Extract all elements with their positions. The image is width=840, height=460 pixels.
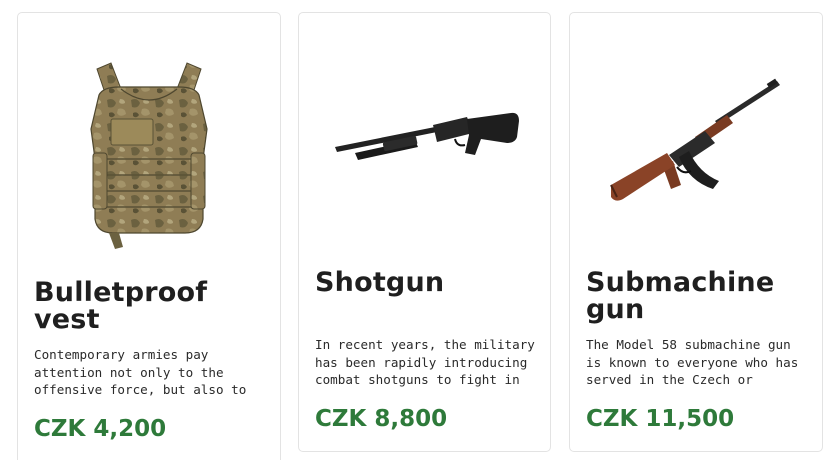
product-description: In recent years, the military has been r… — [315, 337, 535, 387]
product-description: Contemporary armies pay attention not on… — [34, 347, 247, 397]
product-description: The Model 58 submachine gun is known to … — [586, 337, 799, 387]
product-title[interactable]: Bulletproof vest — [34, 279, 266, 333]
product-price: CZK 4,200 — [34, 416, 167, 442]
product-card-bulletproof-vest[interactable]: Bulletproof vest Contemporary armies pay… — [17, 12, 281, 460]
product-title[interactable]: Shotgun — [315, 269, 536, 296]
product-title[interactable]: Submachine gun — [586, 269, 808, 323]
product-card-submachine-gun[interactable]: Submachine gun The Model 58 submachine g… — [569, 12, 823, 452]
submachine-gun-image[interactable] — [570, 75, 822, 215]
shotgun-image[interactable] — [299, 103, 550, 183]
bulletproof-vest-image[interactable] — [18, 49, 280, 261]
product-grid: Bulletproof vest Contemporary armies pay… — [0, 0, 840, 460]
product-price: CZK 11,500 — [586, 406, 735, 432]
product-card-shotgun[interactable]: Shotgun In recent years, the military ha… — [298, 12, 551, 452]
product-price: CZK 8,800 — [315, 406, 448, 432]
